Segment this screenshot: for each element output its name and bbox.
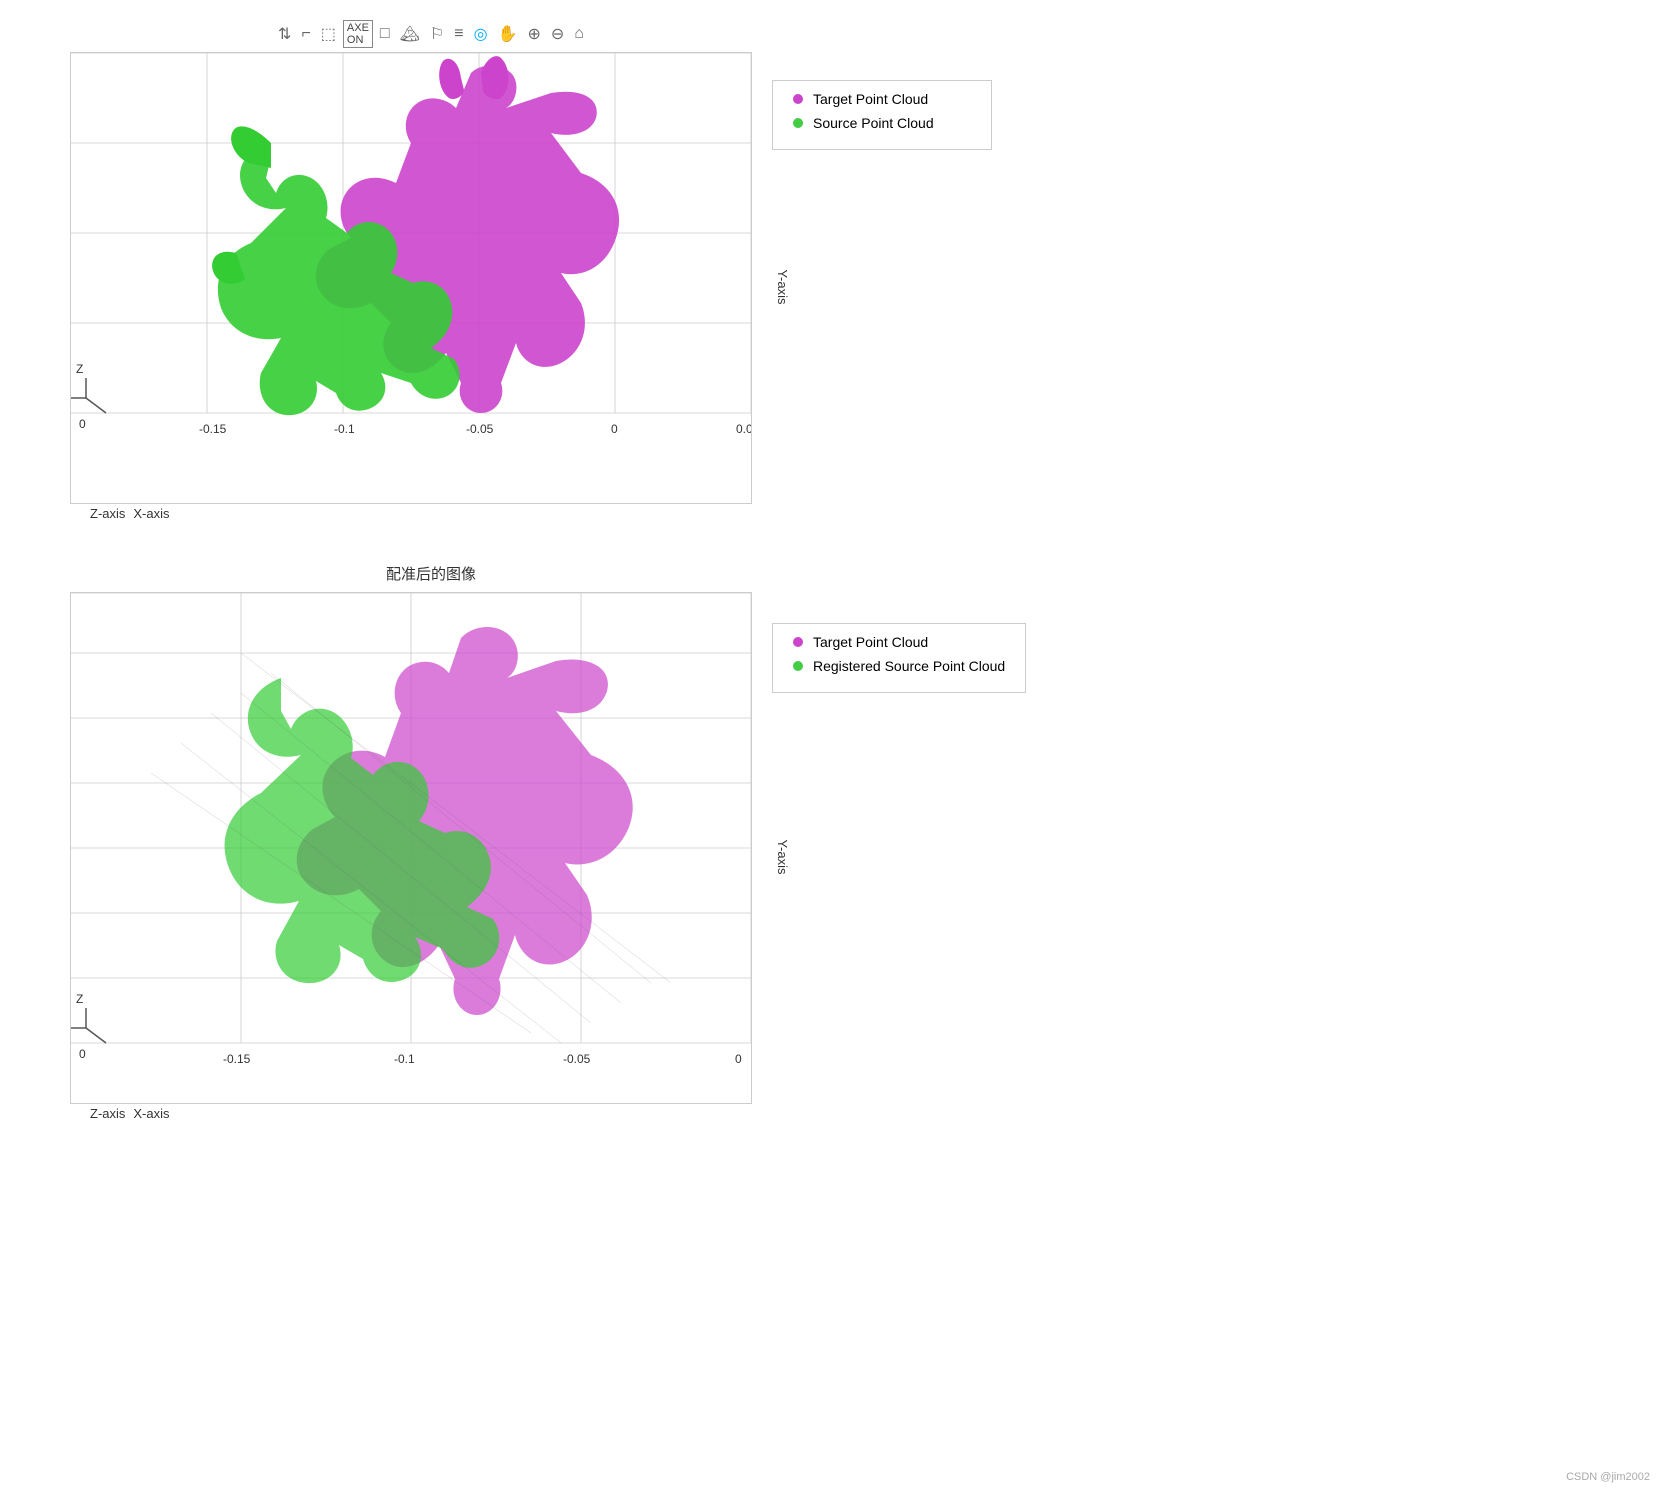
plot1-section: ⇅ ⌐ ⬚ AXEON □ 🏔 ⚐ ≡ ◎ ✋ ⊕ ⊖ ⌂ [70, 20, 1655, 523]
plot1-frame: Z 0 0.05 0.1 0.15 -0.15 -0.1 -0.05 0 0.0… [70, 52, 752, 504]
toolbar-icon-mountain[interactable]: 🏔 [397, 22, 423, 46]
toolbar-icon-box[interactable]: ⬚ [318, 22, 339, 46]
plot1-legend-label-source: Source Point Cloud [813, 115, 934, 131]
toolbar-icon-axe-on[interactable]: AXEON [343, 20, 373, 48]
svg-text:-0.1: -0.1 [334, 422, 355, 436]
plot2-legend-label-target: Target Point Cloud [813, 634, 928, 650]
svg-text:-0.15: -0.15 [199, 422, 227, 436]
plot1-y-axis-label: Y-axis [775, 269, 790, 304]
plot2-title: 配准后的图像 [70, 563, 752, 584]
toolbar-icon-list[interactable]: ≡ [451, 23, 466, 45]
toolbar-icon-home[interactable]: ⌂ [571, 23, 587, 45]
toolbar-icon-flag[interactable]: ⚐ [427, 22, 447, 46]
svg-text:0: 0 [79, 1047, 86, 1061]
plot1-area: ⇅ ⌐ ⬚ AXEON □ 🏔 ⚐ ≡ ◎ ✋ ⊕ ⊖ ⌂ [70, 20, 752, 523]
svg-text:-0.1: -0.1 [394, 1052, 415, 1066]
plot1-axis-labels-bottom: Z-axis X-axis [70, 506, 752, 521]
toolbar-icon-arrows-updown[interactable]: ⇅ [275, 22, 294, 46]
toolbar-icon-hand[interactable]: ✋ [495, 22, 521, 46]
watermark: CSDN @jim2002 [1566, 1471, 1650, 1483]
svg-text:-0.15: -0.15 [223, 1052, 251, 1066]
toolbar-icon-corner[interactable]: ⌐ [298, 23, 313, 45]
svg-text:0: 0 [611, 422, 618, 436]
plot2-svg: Z -0.02 0 0.02 0.04 0.06 0.08 0.1 0.12 -… [71, 593, 751, 1103]
plot1-z-axis-label: Z-axis [90, 506, 125, 521]
svg-text:-0.05: -0.05 [563, 1052, 591, 1066]
toolbar: ⇅ ⌐ ⬚ AXEON □ 🏔 ⚐ ≡ ◎ ✋ ⊕ ⊖ ⌂ [70, 20, 752, 48]
plot2-legend: Target Point Cloud Registered Source Poi… [772, 623, 1026, 693]
plot1-legend-dot-source [793, 118, 803, 128]
plot1-chart-container: Z 0 0.05 0.1 0.15 -0.15 -0.1 -0.05 0 0.0… [70, 52, 752, 521]
plot2-legend-dot-target [793, 637, 803, 647]
svg-text:0: 0 [735, 1052, 742, 1066]
plot2-area: 配准后的图像 [70, 563, 752, 1123]
plot2-section: 配准后的图像 [70, 563, 1655, 1123]
svg-text:0.05: 0.05 [736, 422, 751, 436]
plot2-legend-item-target: Target Point Cloud [793, 634, 1005, 650]
page-container: ⇅ ⌐ ⬚ AXEON □ 🏔 ⚐ ≡ ◎ ✋ ⊕ ⊖ ⌂ [0, 0, 1665, 1493]
toolbar-icon-square[interactable]: □ [377, 23, 393, 45]
svg-text:Z: Z [76, 992, 83, 1006]
plot2-legend-dot-registered [793, 661, 803, 671]
plot1-legend-item-target: Target Point Cloud [793, 91, 971, 107]
plot2-chart-container: Z -0.02 0 0.02 0.04 0.06 0.08 0.1 0.12 -… [70, 592, 752, 1121]
plot2-z-axis-label: Z-axis [90, 1106, 125, 1121]
toolbar-icon-zoom-out[interactable]: ⊖ [548, 22, 567, 46]
toolbar-icon-circle-target[interactable]: ◎ [471, 22, 491, 46]
toolbar-icon-zoom-in[interactable]: ⊕ [524, 22, 543, 46]
plot1-legend: Target Point Cloud Source Point Cloud [772, 80, 992, 150]
plot2-frame: Z -0.02 0 0.02 0.04 0.06 0.08 0.1 0.12 -… [70, 592, 752, 1104]
plot1-x-axis-label: X-axis [133, 506, 169, 521]
plot2-legend-label-registered: Registered Source Point Cloud [813, 658, 1005, 674]
svg-text:-0.05: -0.05 [466, 422, 494, 436]
svg-text:Z: Z [76, 362, 83, 376]
plot2-x-axis-label: X-axis [133, 1106, 169, 1121]
svg-text:0: 0 [79, 417, 86, 431]
plot1-legend-item-source: Source Point Cloud [793, 115, 971, 131]
plot2-axis-labels-bottom: Z-axis X-axis [70, 1106, 752, 1121]
plot1-svg: Z 0 0.05 0.1 0.15 -0.15 -0.1 -0.05 0 0.0… [71, 53, 751, 503]
plot2-y-axis-label: Y-axis [775, 839, 790, 874]
plot2-legend-item-registered: Registered Source Point Cloud [793, 658, 1005, 674]
plot1-legend-dot-target [793, 94, 803, 104]
plot1-legend-label-target: Target Point Cloud [813, 91, 928, 107]
